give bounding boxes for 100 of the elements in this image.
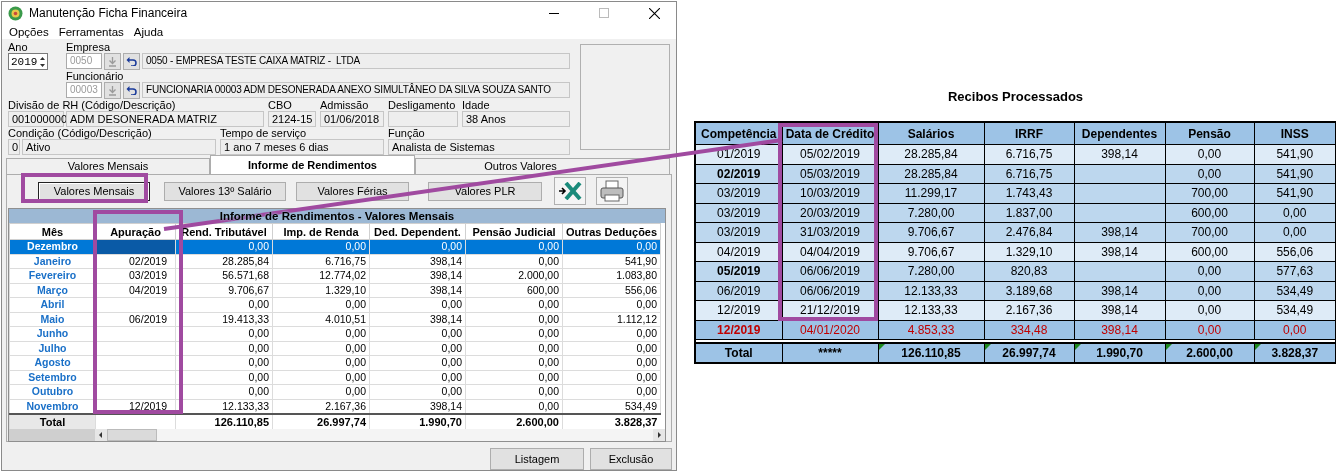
table-row[interactable]: Setembro 0,00 0,00 0,00 0,00 0,00: [9, 370, 661, 385]
table-cell: 398,14: [1074, 222, 1165, 242]
table-cell: 398,14: [1074, 300, 1165, 320]
column-header: Imp. de Renda: [272, 223, 370, 240]
table-cell: 1.837,00: [984, 203, 1074, 223]
total-cell: 1.990,70: [1074, 343, 1165, 363]
table-row[interactable]: Março 04/2019 9.706,67 1.329,10 398,14 600,00 556,06: [9, 283, 661, 298]
table-cell: 700,00: [1165, 222, 1254, 242]
column-header: Mês: [9, 223, 96, 240]
table-row[interactable]: Maio 06/2019 19.413,33 4.010,51 398,14 0,00 1.112,12: [9, 312, 661, 327]
printer-icon: [600, 180, 624, 202]
field-label: CBO: [268, 99, 292, 111]
column-header: Dependentes: [1074, 122, 1165, 145]
total-cell: 2.600,00: [1165, 343, 1254, 363]
table-cell: 0,00: [1165, 164, 1254, 184]
column-header: Competência: [695, 122, 782, 145]
table-cell: 398,14: [1074, 281, 1165, 301]
age-field[interactable]: 38 Anos: [462, 111, 570, 127]
field-label: Ano: [8, 41, 28, 53]
minimize-icon: [549, 12, 559, 14]
tab[interactable]: Valores Mensais: [6, 158, 210, 174]
column-header: Salários: [878, 122, 984, 145]
table-cell: 0,00: [1165, 144, 1254, 164]
undo-button[interactable]: [123, 53, 140, 70]
table-title: Recibos Processados: [947, 89, 1084, 106]
scroll-thumb[interactable]: [107, 429, 157, 441]
duration-field[interactable]: 1 ano 7 meses 6 dias: [220, 139, 384, 155]
table-cell: 600,00: [1165, 242, 1254, 262]
total-cell: 26.997,74: [984, 343, 1074, 363]
column-header: Pensão: [1165, 122, 1254, 145]
tab[interactable]: Informe de Rendimentos: [210, 155, 415, 174]
table-row[interactable]: Junho 0,00 0,00 0,00 0,00 0,00: [9, 326, 661, 341]
menu-item[interactable]: Ajuda: [128, 25, 169, 38]
column-header: IRRF: [984, 122, 1074, 145]
table-row[interactable]: Agosto 0,00 0,00 0,00 0,00 0,00: [9, 355, 661, 370]
field-label: Empresa: [66, 41, 111, 53]
cbo-field[interactable]: 2124-15: [268, 111, 316, 127]
table-cell: 398,14: [1074, 242, 1165, 262]
table-cell: 820,83: [984, 261, 1074, 281]
table-cell: 1.329,10: [984, 242, 1074, 262]
table-cell: 4.853,33: [878, 320, 984, 340]
table-row[interactable]: Outubro 0,00 0,00 0,00 0,00 0,00: [9, 384, 661, 399]
field-label: Função: [388, 127, 425, 139]
total-cell: 3.828,37: [1254, 343, 1336, 363]
role-field[interactable]: Analista de Sistemas: [388, 139, 570, 155]
close-icon: [648, 7, 660, 19]
date-field[interactable]: [388, 111, 458, 127]
horizontal-scrollbar[interactable]: [9, 429, 665, 441]
name-field[interactable]: ADM DESONERADA MATRIZ: [66, 111, 264, 127]
table-cell: 1.743,43: [984, 183, 1074, 203]
column-header: Ded. Dependent.: [369, 223, 466, 240]
field-label: Condição (Código/Descrição): [8, 127, 152, 139]
total-cell: *****: [782, 343, 878, 363]
table-cell: Total: [9, 414, 96, 429]
column-header: Outras Deduções: [562, 223, 661, 240]
column-header: INSS: [1254, 122, 1336, 145]
table-cell: 3.189,68: [984, 281, 1074, 301]
code-field[interactable]: 0: [8, 139, 20, 155]
field-label: Tempo de serviço: [220, 127, 307, 139]
table-cell: 126.110,85: [175, 414, 273, 429]
table-cell: 6.716,75: [984, 144, 1074, 164]
name-field[interactable]: Ativo: [22, 139, 216, 155]
field-label: Divisão de RH (Código/Descrição): [8, 99, 176, 111]
year-spinner[interactable]: 2019: [8, 53, 48, 70]
table-cell: 2.167,36: [984, 300, 1074, 320]
table-cell: 398,14: [1074, 144, 1165, 164]
table-row[interactable]: Janeiro 02/2019 28.285,84 6.716,75 398,14 0,00 541,90: [9, 254, 661, 269]
table-cell: 1.990,70: [369, 414, 466, 429]
menu-item[interactable]: Ferramentas: [53, 25, 129, 38]
table-cell: 12/2019: [695, 320, 782, 340]
spinner-arrows-icon: [38, 54, 47, 69]
field-label: Admissão: [320, 99, 369, 111]
download-icon: [108, 85, 117, 96]
action-button[interactable]: Valores Férias: [296, 181, 409, 201]
field-label: Desligamento: [388, 99, 456, 111]
table-cell: 26.997,74: [272, 414, 370, 429]
table-row[interactable]: Julho 0,00 0,00 0,00 0,00 0,00: [9, 341, 661, 356]
table-row[interactable]: Fevereiro 03/2019 56.571,68 12.774,02 398,14 2.000,00 1.083,80: [9, 268, 661, 283]
menu-item[interactable]: Opções: [4, 25, 54, 38]
code-field[interactable]: 001000000: [8, 111, 64, 127]
total-cell: 126.110,85: [878, 343, 984, 363]
export-button[interactable]: [554, 177, 586, 205]
table-row[interactable]: Dezembro 0,00 0,00 0,00 0,00 0,00: [9, 239, 661, 254]
total-cell: Total: [695, 343, 782, 363]
app-icon: [8, 5, 23, 21]
undo-button[interactable]: [123, 82, 140, 99]
table-cell: 334,48: [984, 320, 1074, 340]
table-cell: 398,14: [1074, 320, 1165, 340]
table-row[interactable]: Abril 0,00 0,00 0,00 0,00 0,00: [9, 297, 661, 312]
print-button[interactable]: [596, 177, 628, 205]
undo-icon: [126, 86, 137, 95]
footer-button[interactable]: Exclusão: [590, 448, 672, 470]
grid-title: Informe de Rendimentos - Valores Mensais: [219, 210, 455, 222]
action-button[interactable]: Valores 13º Salário: [164, 181, 286, 201]
field-label: Funcionário: [66, 70, 124, 82]
table-cell: 2.600,00: [465, 414, 563, 429]
table-cell: 0,00: [1165, 300, 1254, 320]
footer-button[interactable]: Listagem: [490, 448, 584, 470]
date-field[interactable]: 01/06/2018: [320, 111, 384, 127]
table-cell: 0,00: [1165, 320, 1254, 340]
